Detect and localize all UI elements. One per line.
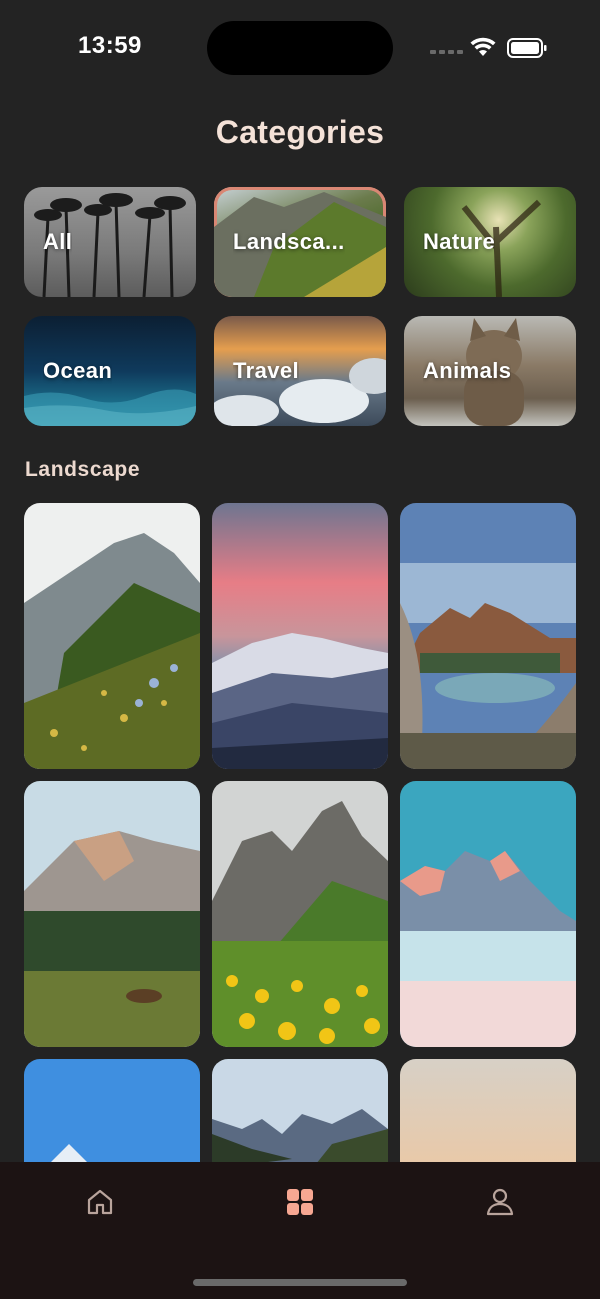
category-grid: All Landsca... Nature Ocean Travel Anima… [24, 187, 576, 426]
category-card-ocean[interactable]: Ocean [24, 316, 196, 426]
pink-sky-mountain-photo [212, 503, 388, 769]
profile-icon [486, 1188, 514, 1216]
category-card-travel[interactable]: Travel [214, 316, 386, 426]
snowy-peaks-photo [400, 781, 576, 1047]
category-label: Animals [423, 358, 512, 383]
home-indicator [193, 1279, 407, 1286]
yosemite-deer-photo [24, 781, 200, 1047]
page-title: Categories [215, 114, 385, 150]
category-label: Landsca... [233, 229, 345, 254]
photo-tile[interactable] [400, 781, 576, 1047]
category-label: All [43, 229, 73, 254]
tab-profile[interactable] [470, 1186, 530, 1246]
tab-home[interactable] [70, 1186, 130, 1246]
dynamic-island [207, 21, 393, 75]
category-card-all[interactable]: All [24, 187, 196, 297]
photo-tile[interactable] [400, 503, 576, 769]
grid-icon [287, 1189, 313, 1215]
bottom-tab-bar [0, 1162, 600, 1299]
section-title: Landscape [25, 458, 141, 481]
cellular-signal-icon [430, 46, 464, 54]
photo-tile[interactable] [212, 503, 388, 769]
status-time: 13:59 [78, 32, 142, 59]
status-bar: 13:59 [0, 0, 600, 96]
lake-driftwood-photo [400, 503, 576, 769]
wifi-icon [470, 37, 496, 56]
category-card-animals[interactable]: Animals [404, 316, 576, 426]
category-label: Travel [233, 358, 300, 383]
mountain-wildflower-photo [24, 503, 200, 769]
battery-icon [507, 38, 547, 58]
category-card-landscape[interactable]: Landsca... [214, 187, 386, 297]
photo-tile[interactable] [24, 781, 200, 1047]
tab-categories[interactable] [270, 1186, 330, 1246]
category-label: Ocean [43, 358, 113, 383]
category-label: Nature [423, 229, 496, 254]
home-icon [87, 1189, 113, 1215]
dolomites-dandelion-photo [212, 781, 388, 1047]
photo-tile[interactable] [24, 503, 200, 769]
photo-tile[interactable] [212, 781, 388, 1047]
category-card-nature[interactable]: Nature [404, 187, 576, 297]
